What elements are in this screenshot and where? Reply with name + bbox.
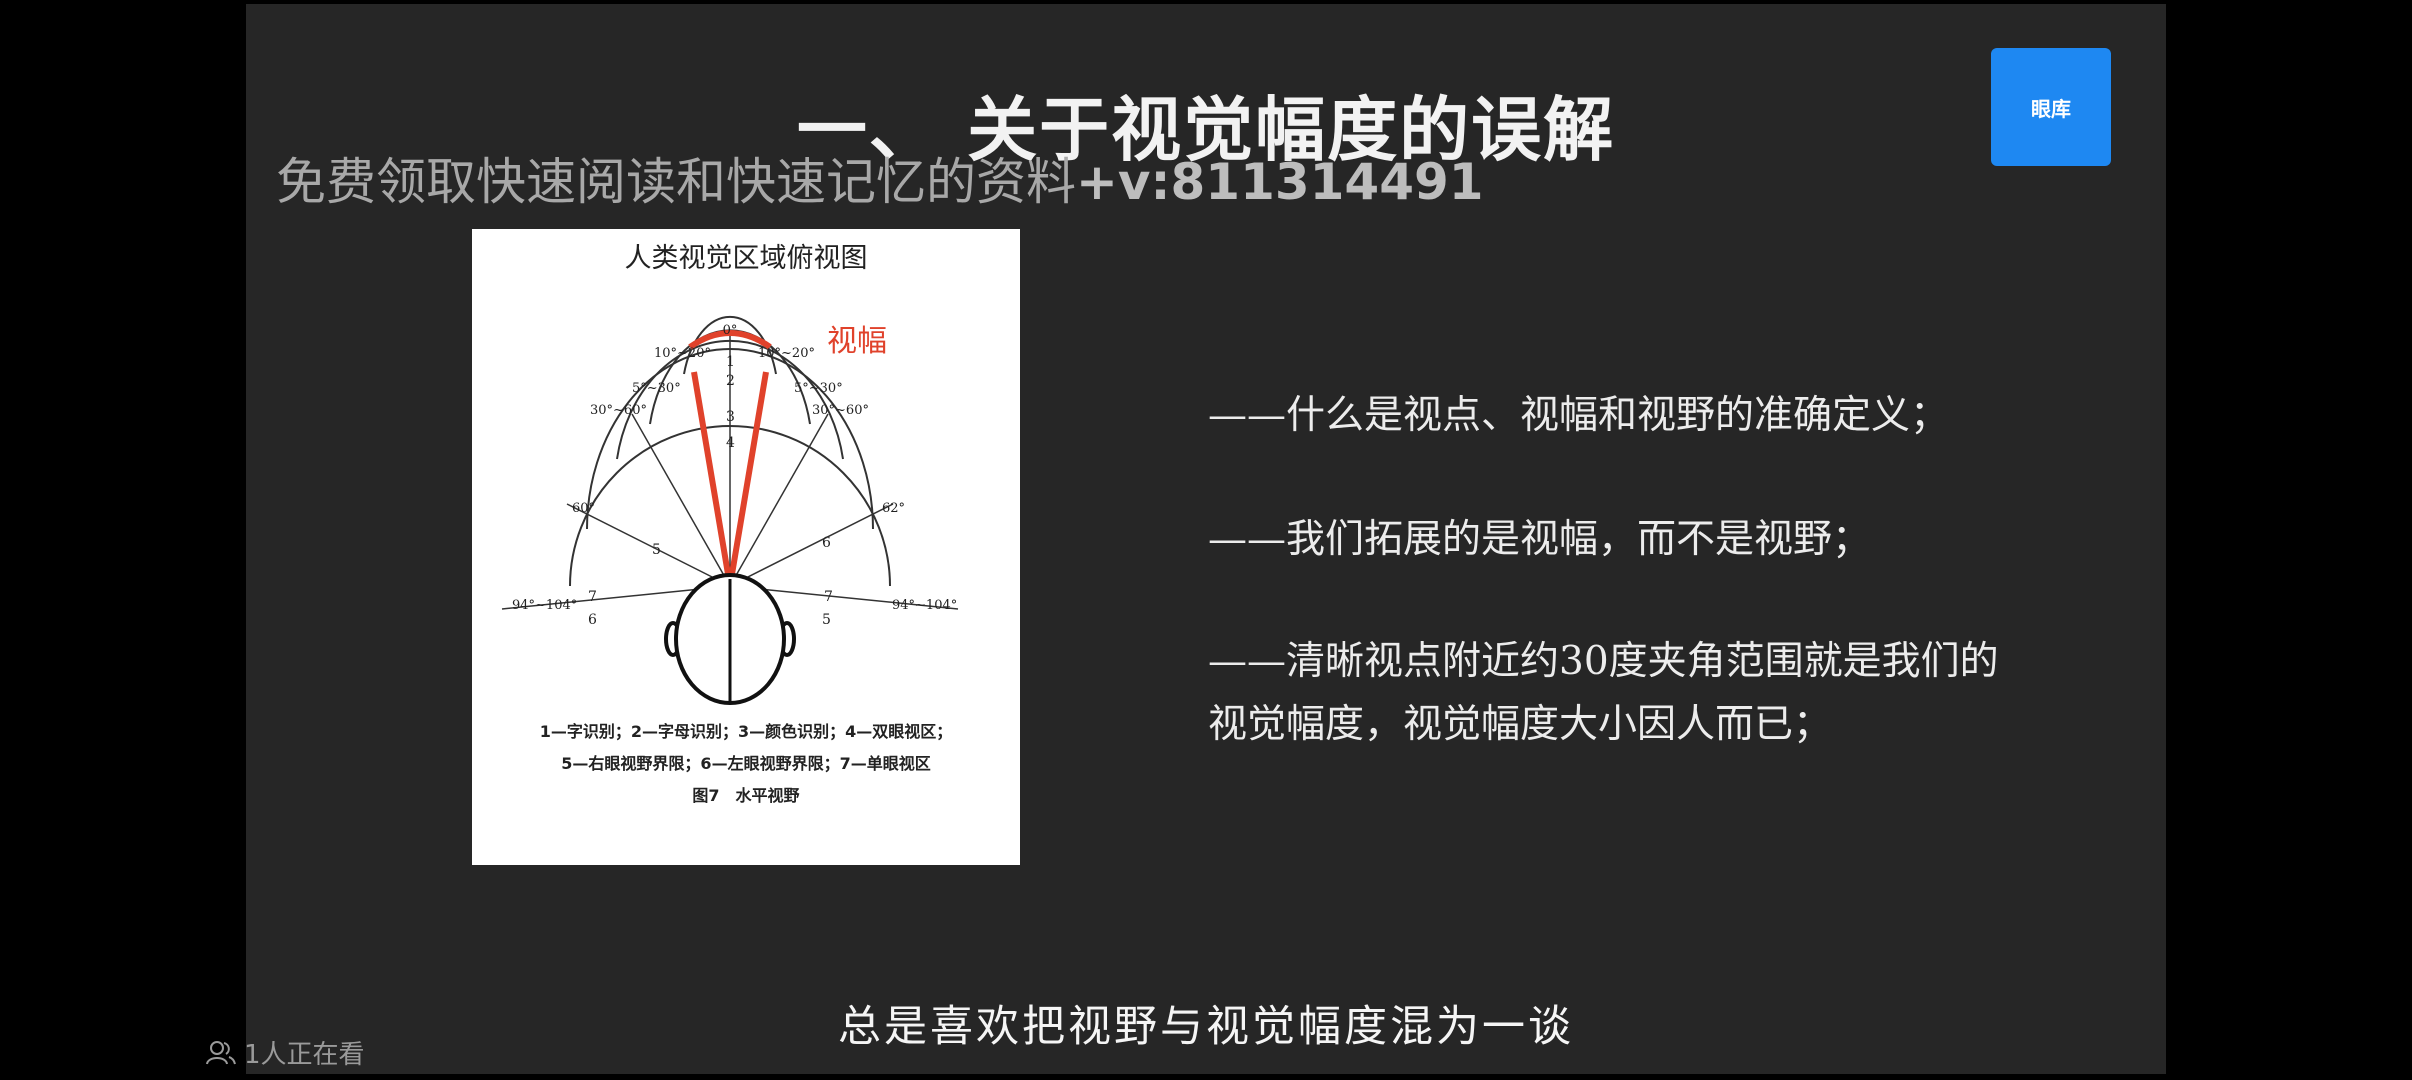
vision-diagram: 人类视觉区域俯视图 视幅 0° 10°~20° 10°~20° 5°~30° 5… <box>501 243 959 805</box>
bullet-item: ——什么是视点、视幅和视野的准确定义； <box>1208 393 1950 438</box>
video-subtitle: 总是喜欢把视野与视觉幅度混为一谈 <box>838 1002 1574 1052</box>
angle-label: 94°~104° <box>892 598 957 613</box>
angle-label: 94°~104° <box>512 598 577 613</box>
figure-legend-line1: 1—字识别；2—字母识别；3—颜色识别；4—双眼视区； <box>540 722 953 741</box>
angle-label: 30°~60° <box>812 403 869 418</box>
viewer-count-text: 1人正在看 <box>244 1040 365 1070</box>
corner-app-button[interactable]: 眼库 <box>1991 48 2111 166</box>
highlight-label: 视幅 <box>827 324 887 359</box>
angle-label: 10°~20° <box>654 346 711 361</box>
watermark: 免费领取快速阅读和快速记忆的资料+v:811314491 <box>276 142 1484 214</box>
viewer-count: 1人正在看 <box>206 1034 365 1071</box>
zone-number: 5 <box>652 542 661 558</box>
figure-title: 人类视觉区域俯视图 <box>625 243 868 274</box>
zone-number: 3 <box>726 409 735 425</box>
head-icon <box>664 573 796 705</box>
angle-label: 5°~30° <box>794 381 843 396</box>
zone-number: 1 <box>726 354 735 370</box>
figure-caption: 图7 水平视野 <box>692 786 799 805</box>
angle-label: 62° <box>882 501 905 516</box>
people-icon <box>206 1040 236 1064</box>
angle-label: 60° <box>572 501 595 516</box>
zone-number: 7 <box>588 589 597 605</box>
zone-number: 6 <box>588 612 597 628</box>
figure-legend-line2: 5—右眼视野界限；6—左眼视野界限；7—单眼视区 <box>561 754 930 773</box>
vision-field-figure: 人类视觉区域俯视图 视幅 0° 10°~20° 10°~20° 5°~30° 5… <box>472 229 1020 865</box>
zone-number: 2 <box>726 373 735 389</box>
bullet-item: ——清晰视点附近约30度夹角范围就是我们的视觉幅度，视觉幅度大小因人而已； <box>1208 639 1999 747</box>
angle-label: 30°~60° <box>590 403 647 418</box>
angle-label: 10°~20° <box>758 346 815 361</box>
bullet-item: ——我们拓展的是视幅，而不是视野； <box>1208 517 1872 562</box>
zone-number: 5 <box>822 612 831 628</box>
zone-number: 4 <box>726 435 735 451</box>
ray-right-62 <box>729 503 894 587</box>
slide: 一、 关于视觉幅度的误解 免费领取快速阅读和快速记忆的资料+v:81131449… <box>246 4 2166 1074</box>
ray-left-60 <box>566 503 731 587</box>
angle-label: 0° <box>723 323 738 338</box>
watermark-contact: +v:811314491 <box>1076 153 1484 211</box>
watermark-text: 免费领取快速阅读和快速记忆的资料 <box>276 153 1076 211</box>
zone-number: 7 <box>824 589 833 605</box>
angle-label: 5°~30° <box>632 381 681 396</box>
zone-number: 6 <box>822 535 831 551</box>
